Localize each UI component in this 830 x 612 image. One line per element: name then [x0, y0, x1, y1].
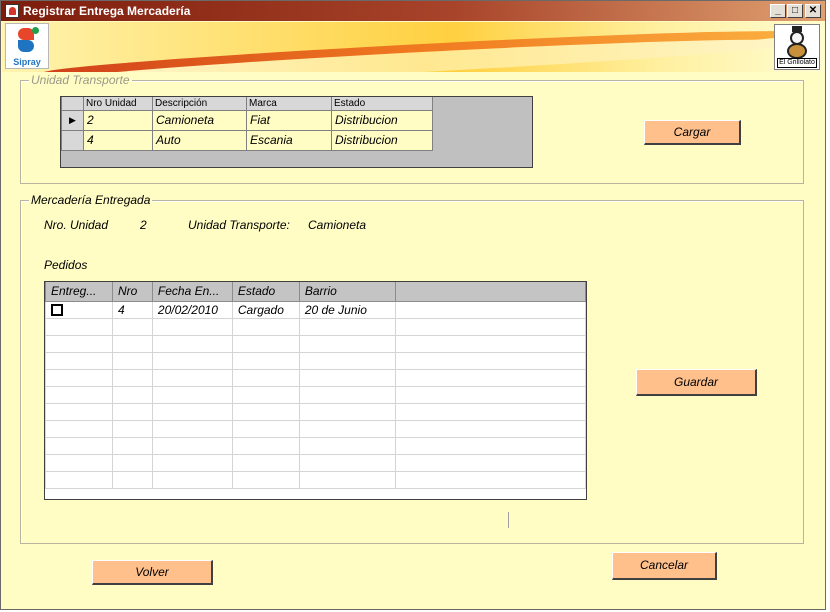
- nro-unidad-label: Nro. Unidad: [44, 218, 109, 232]
- cargar-button[interactable]: Cargar: [644, 120, 741, 145]
- column-header[interactable]: Descripción: [152, 97, 247, 111]
- unidad-transporte-value: Camioneta: [308, 218, 367, 232]
- cell-nro-unidad[interactable]: 4: [83, 129, 153, 151]
- empty-row: [45, 334, 586, 353]
- column-header[interactable]: Fecha En...: [151, 282, 233, 302]
- cell-nro-unidad[interactable]: 2: [83, 109, 153, 131]
- column-header[interactable]: Nro Unidad: [83, 97, 153, 111]
- empty-row: [45, 436, 586, 455]
- column-header[interactable]: Marca: [246, 97, 332, 111]
- cell-estado[interactable]: Distribucion: [331, 109, 433, 131]
- column-header[interactable]: Entreg...: [45, 282, 113, 302]
- main-window: Registrar Entrega Mercadería _ □ ✕ Sipra…: [0, 0, 826, 610]
- row-selector[interactable]: [61, 129, 84, 151]
- row-indicator-icon: ▶: [61, 109, 84, 131]
- pedidos-label: Pedidos: [44, 258, 88, 272]
- table-row[interactable]: 4 Auto Escania Distribucion: [61, 129, 433, 151]
- cell-fecha[interactable]: 20/02/2010: [151, 300, 233, 319]
- cell-nro[interactable]: 4: [111, 300, 153, 319]
- maximize-button[interactable]: □: [787, 4, 803, 18]
- unidad-transporte-label: Unidad Transporte:: [188, 218, 290, 232]
- grillolato-logo-text: El Grillolato: [777, 58, 817, 68]
- sipray-logo-text: Sipray: [13, 57, 41, 67]
- title-bar[interactable]: Registrar Entrega Mercadería _ □ ✕: [1, 1, 825, 21]
- guardar-button[interactable]: Guardar: [636, 369, 757, 396]
- empty-row: [45, 402, 586, 421]
- empty-row: [45, 351, 586, 370]
- table-row[interactable]: 4 20/02/2010 Cargado 20 de Junio: [45, 300, 586, 319]
- cell-marca[interactable]: Fiat: [246, 109, 332, 131]
- app-icon: [5, 4, 19, 18]
- cell-marca[interactable]: Escania: [246, 129, 332, 151]
- pedidos-grid[interactable]: Entreg... Nro Fecha En... Estado Barrio …: [44, 281, 587, 500]
- column-header[interactable]: Estado: [331, 97, 433, 111]
- grillolato-logo: El Grillolato: [774, 24, 820, 70]
- nro-unidad-value: 2: [140, 218, 147, 232]
- unidad-transporte-grid[interactable]: Nro Unidad Descripción Marca Estado ▶ 2 …: [60, 96, 533, 168]
- divider: [508, 512, 509, 528]
- cell-entregado[interactable]: [45, 300, 113, 319]
- empty-row: [45, 453, 586, 472]
- window-title: Registrar Entrega Mercadería: [23, 4, 191, 18]
- cell-descripcion[interactable]: Camioneta: [152, 109, 247, 131]
- cell-barrio[interactable]: 20 de Junio: [298, 300, 396, 319]
- cell-estado[interactable]: Distribucion: [331, 129, 433, 151]
- checkbox-unchecked-icon[interactable]: [51, 304, 63, 317]
- column-header[interactable]: Barrio: [298, 282, 396, 302]
- cell-estado[interactable]: Cargado: [231, 300, 300, 319]
- header-banner: Sipray El Grillolato: [2, 22, 824, 72]
- empty-row: [45, 385, 586, 404]
- cancelar-button[interactable]: Cancelar: [612, 552, 717, 580]
- column-header-empty: [394, 282, 586, 302]
- minimize-button[interactable]: _: [770, 4, 786, 18]
- volver-button[interactable]: Volver: [92, 560, 213, 585]
- cell-descripcion[interactable]: Auto: [152, 129, 247, 151]
- table-row[interactable]: ▶ 2 Camioneta Fiat Distribucion: [61, 109, 433, 131]
- empty-row: [45, 419, 586, 438]
- empty-row: [45, 368, 586, 387]
- mercaderia-entregada-legend: Mercadería Entregada: [29, 193, 153, 207]
- column-header[interactable]: Estado: [231, 282, 300, 302]
- close-button[interactable]: ✕: [805, 4, 821, 18]
- empty-row: [45, 470, 586, 489]
- unidad-transporte-legend: Unidad Transporte: [29, 73, 132, 87]
- grid-corner: [61, 97, 84, 111]
- empty-row: [45, 317, 586, 336]
- column-header[interactable]: Nro: [111, 282, 153, 302]
- sipray-logo: Sipray: [5, 23, 49, 69]
